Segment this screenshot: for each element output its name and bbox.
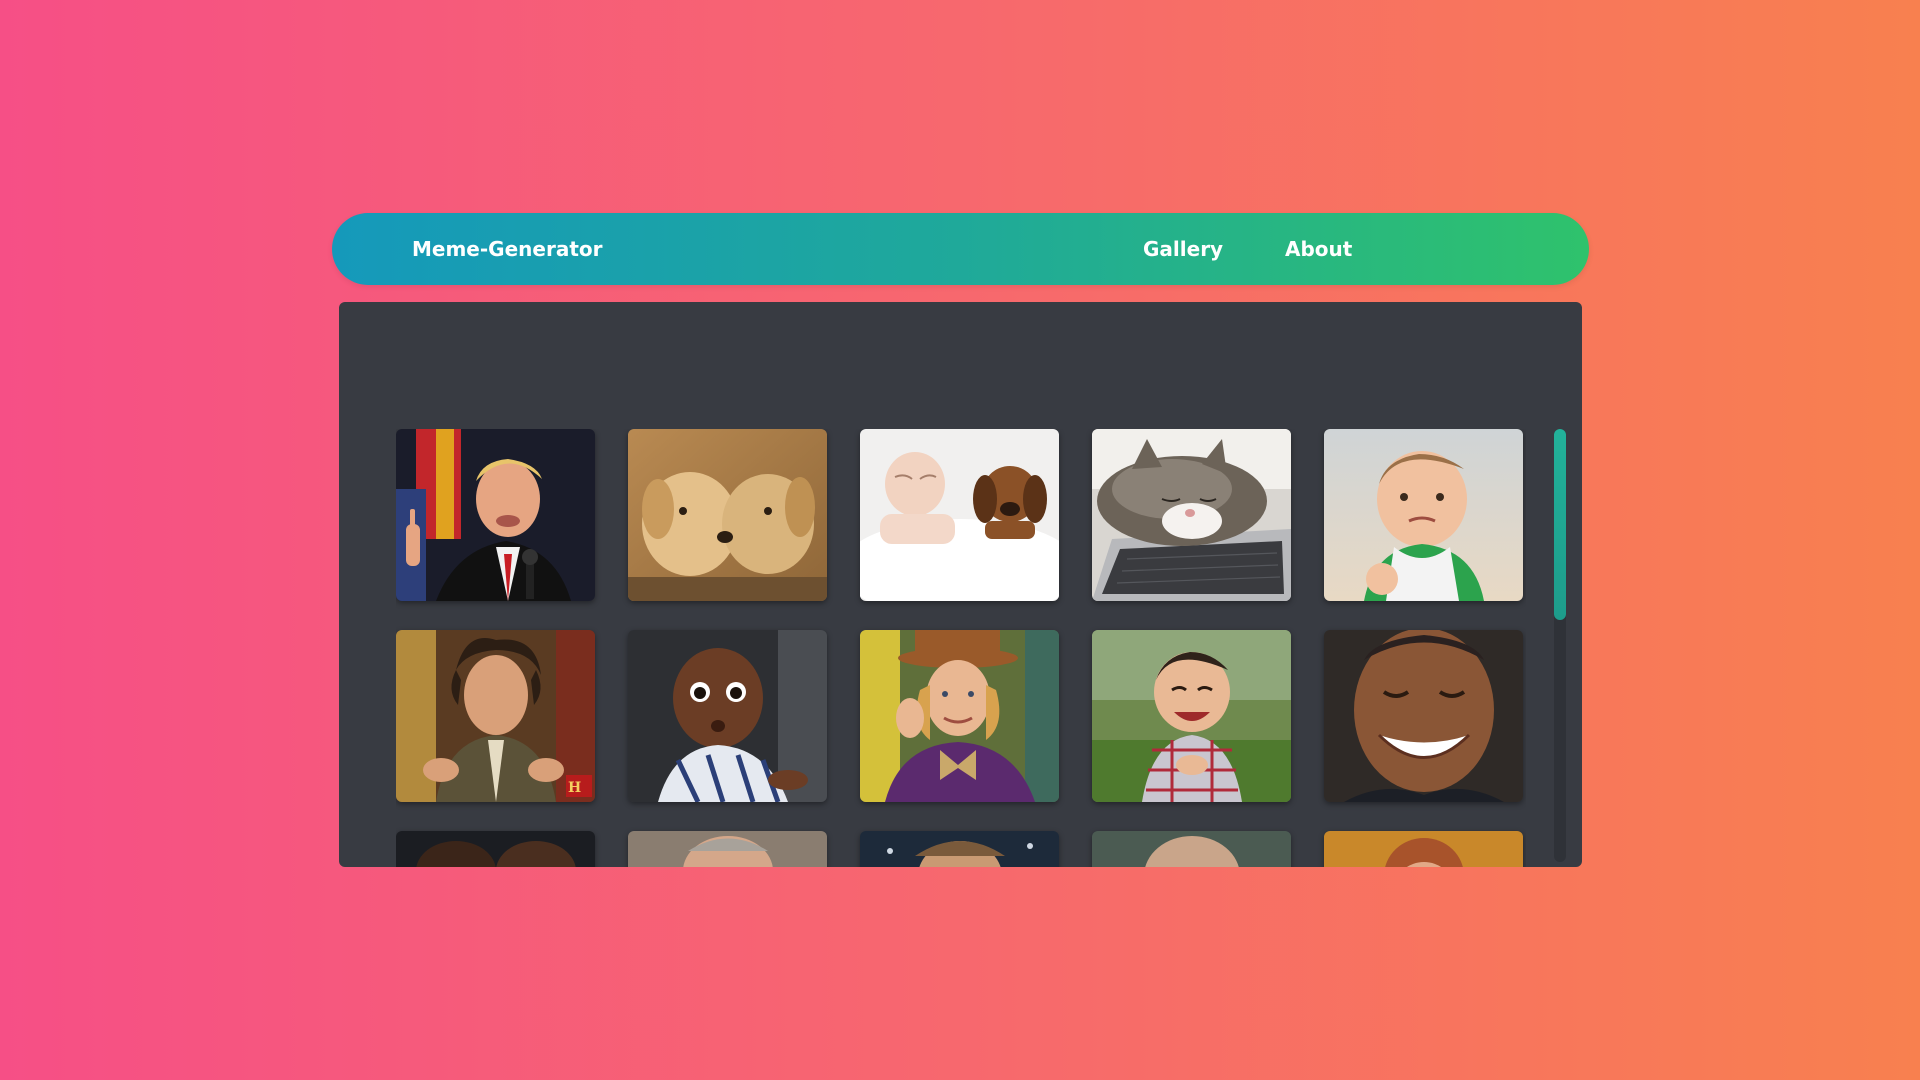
meme-grid: H: [396, 429, 1523, 867]
meme-thumb-puppies-kissing[interactable]: [628, 429, 827, 601]
meme-thumb-row3-4[interactable]: [1092, 831, 1291, 867]
meme-thumb-baby-and-dog-sleeping[interactable]: [860, 429, 1059, 601]
meme-thumb-speaker-finger-raised[interactable]: [396, 429, 595, 601]
meme-thumb-row3-1[interactable]: [396, 831, 595, 867]
nav-link-gallery[interactable]: Gallery: [1143, 213, 1223, 285]
meme-thumb-laughing-man[interactable]: [1324, 630, 1523, 802]
nav-link-about[interactable]: About: [1285, 213, 1352, 285]
meme-thumb-evil-toddler[interactable]: [1092, 630, 1291, 802]
meme-thumb-row3-5[interactable]: [1324, 831, 1523, 867]
meme-thumb-row3-2[interactable]: [628, 831, 827, 867]
gallery-panel: H: [339, 302, 1582, 867]
brand-logo-link[interactable]: Meme-Generator: [412, 213, 602, 285]
meme-thumb-success-kid[interactable]: [1324, 429, 1523, 601]
meme-thumb-ancient-aliens-guy[interactable]: H: [396, 630, 595, 802]
meme-thumb-surprised-baby[interactable]: [628, 630, 827, 802]
gallery-scrollbar[interactable]: [1554, 429, 1566, 862]
navbar: Meme-Generator Gallery About: [332, 213, 1589, 285]
gallery-scroll-area[interactable]: H: [396, 429, 1526, 867]
svg-text:H: H: [568, 780, 581, 796]
meme-thumb-cat-sleeping-on-laptop[interactable]: [1092, 429, 1291, 601]
meme-thumb-condescending-wonka[interactable]: [860, 630, 1059, 802]
gallery-scrollbar-thumb[interactable]: [1554, 429, 1566, 620]
meme-thumb-row3-3[interactable]: [860, 831, 1059, 867]
